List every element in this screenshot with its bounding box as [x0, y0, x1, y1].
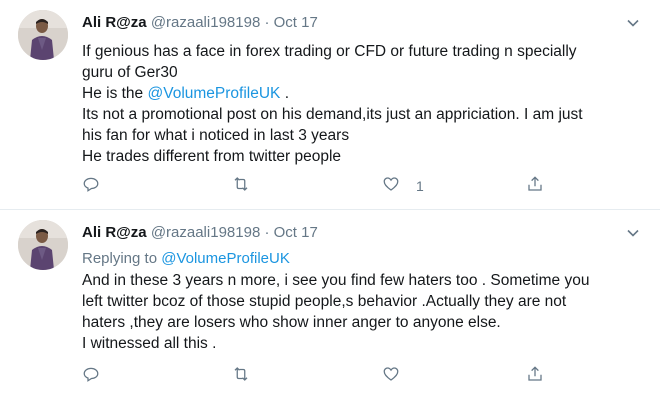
display-name[interactable]: Ali R@za — [82, 224, 147, 241]
reply-button[interactable] — [82, 366, 116, 386]
separator-dot: · — [264, 14, 270, 31]
tweet-actions — [82, 365, 552, 388]
tweet-line-text: He is the — [82, 85, 148, 102]
tweet-date[interactable]: Oct 17 — [274, 14, 318, 31]
replying-to: Replying to @VolumeProfileUK — [82, 248, 290, 269]
retweet-button[interactable] — [232, 176, 266, 196]
separator-dot: · — [264, 224, 270, 241]
avatar[interactable] — [18, 220, 68, 270]
like-button[interactable]: 1 — [382, 176, 424, 196]
tweet-line: haters ,they are losers who show inner a… — [82, 314, 501, 331]
user-handle[interactable]: @razaali198198 — [151, 224, 260, 241]
timeline: Ali R@za @razaali198198 · Oct 17 If geni… — [0, 0, 660, 399]
retweet-icon — [232, 365, 250, 388]
tweet-line: And in these 3 years n more, i see you f… — [82, 272, 590, 289]
tweet-line: If genious has a face in forex trading o… — [82, 43, 577, 60]
tweet-text: And in these 3 years n more, i see you f… — [82, 270, 642, 354]
tweet-line: He is the @VolumeProfileUK . — [82, 83, 642, 104]
like-icon — [382, 175, 400, 198]
tweet[interactable]: Ali R@za @razaali198198 · Oct 17 If geni… — [0, 0, 660, 210]
retweet-icon — [232, 175, 250, 198]
share-button[interactable] — [526, 365, 544, 388]
like-button[interactable] — [382, 366, 416, 386]
replying-prefix: Replying to — [82, 250, 162, 267]
like-count: 1 — [416, 178, 424, 194]
tweet-date[interactable]: Oct 17 — [274, 224, 318, 241]
tweet-line: his fan for what i noticed in last 3 yea… — [82, 127, 350, 144]
share-icon — [526, 175, 544, 198]
user-handle[interactable]: @razaali198198 — [151, 14, 260, 31]
tweet-line: He trades different from twitter people — [82, 148, 342, 165]
like-icon — [382, 365, 400, 388]
mention-link[interactable]: @VolumeProfileUK — [147, 85, 280, 102]
tweet-line-suffix: . — [280, 85, 290, 102]
tweet-text: If genious has a face in forex trading o… — [82, 41, 642, 167]
replying-to-link[interactable]: @VolumeProfileUK — [161, 250, 290, 267]
reply-button[interactable] — [82, 176, 116, 196]
display-name[interactable]: Ali R@za — [82, 14, 147, 31]
tweet[interactable]: Ali R@za @razaali198198 · Oct 17 Replyin… — [0, 210, 660, 399]
tweet-line: I witnessed all this . — [82, 335, 217, 352]
reply-icon — [82, 175, 100, 198]
retweet-button[interactable] — [232, 366, 266, 386]
share-button[interactable] — [526, 175, 544, 198]
tweet-line: guru of Ger30 — [82, 64, 178, 81]
chevron-down-icon[interactable] — [626, 16, 640, 30]
chevron-down-icon[interactable] — [626, 226, 640, 240]
share-icon — [526, 365, 544, 388]
tweet-actions: 1 — [82, 175, 552, 198]
tweet-header: Ali R@za @razaali198198 · Oct 17 — [82, 223, 318, 243]
tweet-header: Ali R@za @razaali198198 · Oct 17 — [82, 13, 318, 33]
tweet-line: left twitter bcoz of those stupid people… — [82, 293, 567, 310]
tweet-line: Its not a promotional post on his demand… — [82, 106, 583, 123]
avatar[interactable] — [18, 10, 68, 60]
reply-icon — [82, 365, 100, 388]
